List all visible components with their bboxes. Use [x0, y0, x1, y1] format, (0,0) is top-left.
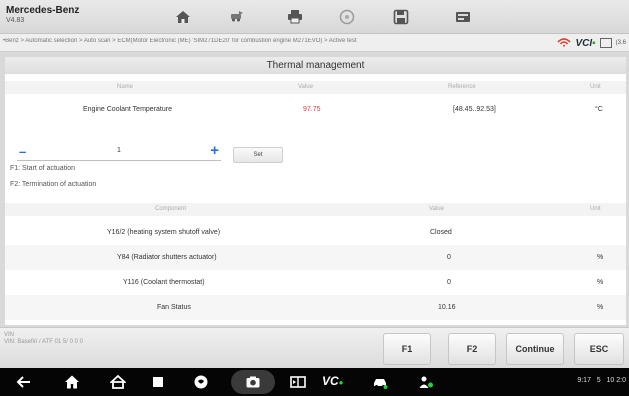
row-reference: [48.45..92.53]	[453, 106, 496, 113]
brand: Mercedes-Benz V4.83	[6, 5, 79, 25]
recent-apps-icon[interactable]	[148, 373, 168, 391]
row-value: Closed	[430, 229, 452, 236]
row-name: Y116 (Coolant thermostat)	[123, 279, 205, 286]
vehicle-info-text: VIN: Basefiri / ATF 01 5/ 0 0 0	[4, 339, 83, 345]
page-title: Thermal management	[5, 57, 626, 74]
table-row: Y16/2 (heating system shutoff valve) Clo…	[5, 220, 626, 245]
decrement-button[interactable]: –	[19, 145, 26, 158]
row-name: Y16/2 (heating system shutoff valve)	[107, 229, 221, 236]
wifi-icon	[557, 34, 572, 51]
thermal-table-header: Name Value Reference Unit	[5, 81, 626, 94]
header-unit: Unit	[590, 206, 601, 212]
breadcrumb-bar: •Benz > Automatic selection > Auto scan …	[0, 34, 629, 52]
vehicle-info: VIN VIN: Basefiri / ATF 01 5/ 0 0 0	[4, 332, 83, 346]
vci-nav-icon[interactable]: VC●	[322, 374, 344, 388]
header-value: Value	[298, 84, 313, 90]
help-icon[interactable]	[336, 7, 358, 27]
camera-icon[interactable]	[243, 373, 263, 391]
print-icon[interactable]	[284, 7, 306, 27]
row-unit: °C	[595, 106, 603, 113]
vehicle-info-label: VIN	[4, 332, 15, 338]
status-area: VCI▪ (3.6	[553, 34, 629, 51]
header-unit: Unit	[590, 84, 601, 90]
back-icon[interactable]	[14, 373, 34, 391]
table-row: Y116 (Coolant thermostat) 0 %	[5, 270, 626, 295]
main-panel: Thermal management Name Value Reference …	[5, 57, 626, 325]
breadcrumb: •Benz > Automatic selection > Auto scan …	[3, 38, 357, 44]
table-row: Y84 (Radiator shutters actuator) 0 %	[5, 245, 626, 270]
row-unit: %	[597, 254, 604, 261]
row-name: Engine Coolant Temperature	[83, 106, 172, 113]
f2-note: F2: Termination of actuation	[10, 181, 97, 188]
house-icon[interactable]	[108, 373, 128, 391]
app-version: V4.83	[6, 17, 25, 24]
vehicle-swap-icon[interactable]	[226, 7, 248, 27]
header-reference: Reference	[448, 84, 476, 90]
system-status: 9:17 5 10 2:0	[577, 377, 626, 384]
component-table-header: Component Value Unit	[5, 203, 626, 216]
user-management-icon[interactable]	[416, 373, 436, 391]
row-value: 97.75	[303, 106, 321, 113]
table-row: Fan Status 10.16 %	[5, 295, 626, 320]
vci-indicator[interactable]: VCI▪	[575, 38, 595, 49]
f1-note: F1: Start of actuation	[10, 165, 75, 172]
report-icon[interactable]	[599, 38, 612, 48]
actuation-stepper[interactable]: – 1 +	[17, 143, 221, 161]
multitask-icon[interactable]	[288, 373, 308, 391]
row-unit: %	[597, 279, 604, 286]
continue-button[interactable]: Continue	[506, 333, 564, 365]
header-name: Name	[117, 84, 134, 90]
data-logging-icon[interactable]	[452, 7, 474, 27]
f1-button[interactable]: F1	[383, 333, 431, 365]
header-component: Component	[155, 206, 187, 212]
increment-button[interactable]: +	[210, 143, 219, 159]
set-button[interactable]: Set	[233, 147, 283, 163]
save-icon[interactable]	[390, 7, 412, 27]
row-unit: %	[597, 304, 604, 311]
top-toolbar: Mercedes-Benz V4.83	[0, 0, 629, 34]
row-value: 0	[447, 254, 451, 261]
function-bar: VIN VIN: Basefiri / ATF 01 5/ 0 0 0 F1 F…	[0, 327, 629, 368]
home-icon[interactable]	[172, 7, 194, 27]
browser-icon[interactable]	[191, 373, 211, 391]
actuation-value: 1	[117, 147, 121, 154]
vehicle-icon[interactable]	[370, 373, 390, 391]
esc-button[interactable]: ESC	[574, 333, 624, 365]
row-value: 10.16	[438, 304, 456, 311]
header-value: Value	[429, 206, 444, 212]
battery-level: (3.6	[615, 40, 626, 46]
row-value: 0	[447, 279, 451, 286]
brand-name: Mercedes-Benz	[6, 5, 80, 16]
home-icon[interactable]	[62, 373, 82, 391]
row-name: Fan Status	[157, 304, 191, 311]
table-row: Engine Coolant Temperature 97.75 [48.45.…	[5, 97, 626, 122]
system-navbar: VC● 9:17 5 10 2:0	[0, 368, 629, 396]
f2-button[interactable]: F2	[448, 333, 496, 365]
row-name: Y84 (Radiator shutters actuator)	[117, 254, 217, 261]
